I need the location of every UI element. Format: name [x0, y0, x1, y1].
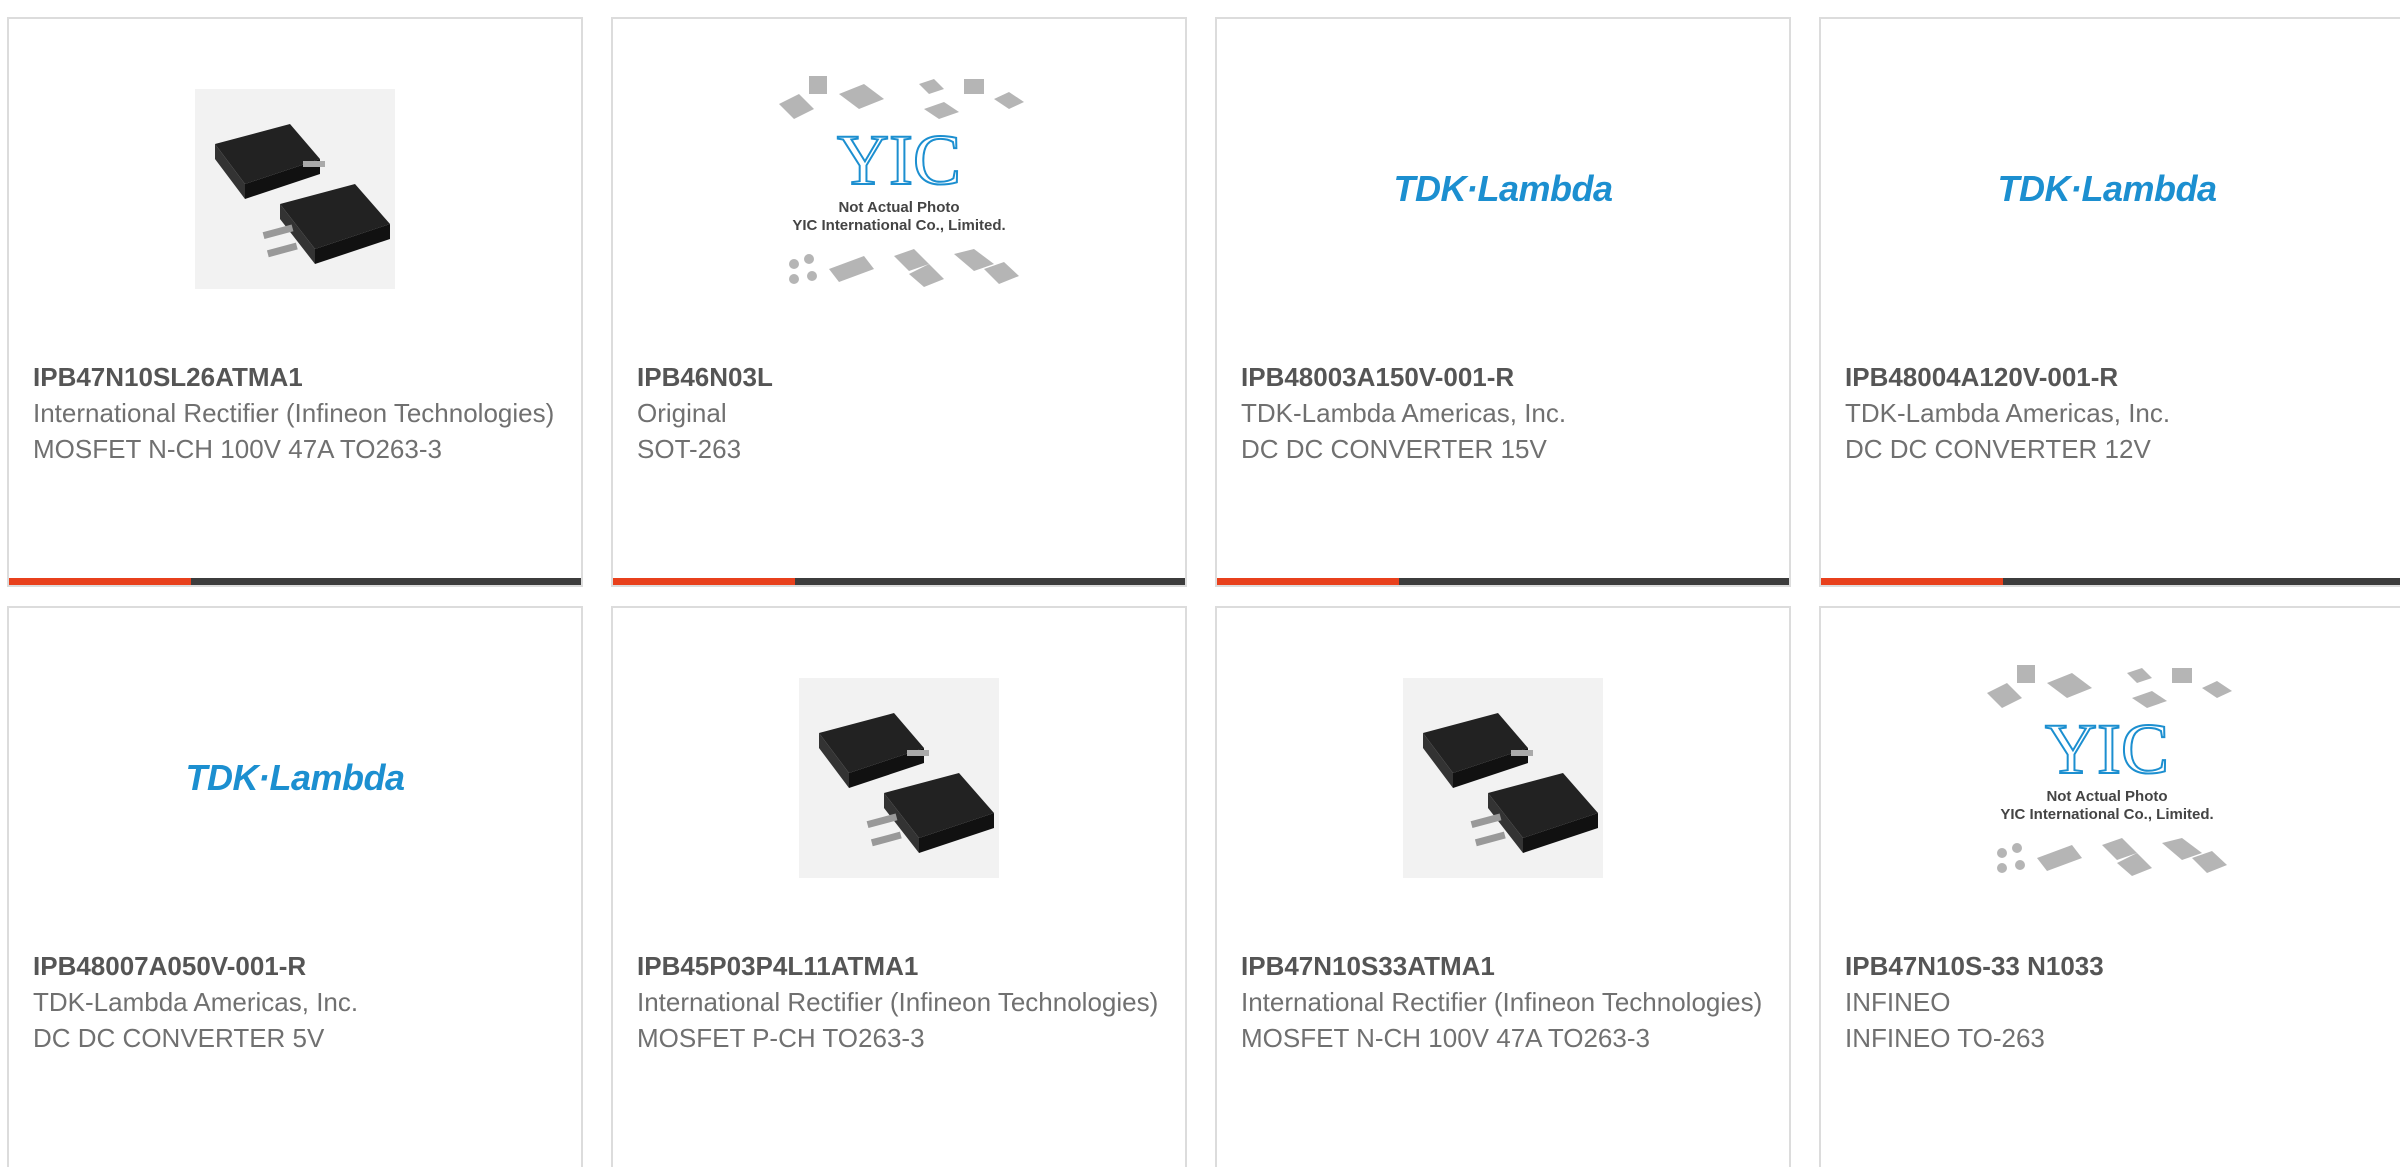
manufacturer: International Rectifier (Infineon Techno… [637, 987, 1159, 1017]
placeholder-logo: YIC [2045, 709, 2169, 789]
product-image-tdk[interactable]: TDK·Lambda [1821, 79, 2393, 299]
product-info: IPB47N10SL26ATMA1 International Rectifie… [33, 359, 557, 467]
product-card[interactable]: IPB45P03P4L11ATMA1 International Rectifi… [611, 606, 1187, 1167]
description: MOSFET N-CH 100V 47A TO263-3 [33, 434, 442, 464]
not-actual-photo-icon: YIC Not Actual Photo YIC International C… [1987, 665, 2232, 876]
manufacturer: TDK-Lambda Americas, Inc. [1845, 398, 2171, 428]
description: INFINEO TO-263 [1845, 1023, 2045, 1053]
product-info: IPB46N03L Original SOT-263 [637, 359, 1161, 467]
product-info: IPB47N10S-33 N1033 INFINEO INFINEO TO-26… [1845, 948, 2383, 1056]
placeholder-line-1: Not Actual Photo [838, 199, 959, 216]
placeholder-line-2: YIC International Co., Limited. [792, 217, 1005, 234]
product-image-to263[interactable] [613, 668, 1185, 888]
tdk-lambda-logo-icon: TDK·Lambda [1997, 168, 2218, 209]
card-bar [613, 578, 1185, 585]
manufacturer: Original [637, 398, 727, 428]
description: MOSFET N-CH 100V 47A TO263-3 [1241, 1023, 1650, 1053]
product-card[interactable]: YIC Not Actual Photo YIC International C… [1819, 606, 2400, 1167]
description: SOT-263 [637, 434, 742, 464]
not-actual-photo-icon: YIC Not Actual Photo YIC International C… [779, 76, 1024, 287]
description: DC DC CONVERTER 12V [1845, 434, 2151, 464]
card-bar-accent [1821, 578, 2003, 585]
product-image-placeholder[interactable]: YIC Not Actual Photo YIC International C… [1821, 665, 2393, 888]
card-bar-accent [613, 578, 795, 585]
product-info: IPB48007A050V-001-R TDK-Lambda Americas,… [33, 948, 557, 1056]
product-info: IPB47N10S33ATMA1 International Rectifier… [1241, 948, 1765, 1056]
product-image-to263[interactable] [9, 79, 581, 299]
product-card[interactable]: TDK·Lambda IPB48004A120V-001-R TDK-Lambd… [1819, 17, 2400, 587]
tdk-lambda-logo-icon: TDK·Lambda [1393, 168, 1614, 209]
placeholder-line-2: YIC International Co., Limited. [2000, 806, 2213, 823]
description: MOSFET P-CH TO263-3 [637, 1023, 925, 1053]
manufacturer: TDK-Lambda Americas, Inc. [1241, 398, 1567, 428]
placeholder-logo: YIC [837, 120, 961, 200]
product-info: IPB48003A150V-001-R TDK-Lambda Americas,… [1241, 359, 1765, 467]
card-bar [1217, 578, 1789, 585]
part-number[interactable]: IPB47N10S33ATMA1 [1241, 948, 1765, 984]
to263-package-icon [195, 89, 395, 289]
part-number[interactable]: IPB48003A150V-001-R [1241, 359, 1765, 395]
part-number[interactable]: IPB48007A050V-001-R [33, 948, 557, 984]
to263-package-icon [1403, 678, 1603, 878]
product-grid: IPB47N10SL26ATMA1 International Rectifie… [0, 0, 2400, 1167]
product-card[interactable]: TDK·Lambda IPB48007A050V-001-R TDK-Lambd… [7, 606, 583, 1167]
product-image-tdk[interactable]: TDK·Lambda [9, 668, 581, 888]
placeholder-line-1: Not Actual Photo [2046, 788, 2167, 805]
manufacturer: INFINEO [1845, 987, 1951, 1017]
card-bar-accent [9, 578, 191, 585]
product-info: IPB48004A120V-001-R TDK-Lambda Americas,… [1845, 359, 2383, 467]
card-bar [1821, 578, 2400, 585]
part-number[interactable]: IPB47N10S-33 N1033 [1845, 948, 2383, 984]
manufacturer: International Rectifier (Infineon Techno… [1241, 987, 1763, 1017]
description: DC DC CONVERTER 5V [33, 1023, 325, 1053]
product-card[interactable]: IPB47N10S33ATMA1 International Rectifier… [1215, 606, 1791, 1167]
description: DC DC CONVERTER 15V [1241, 434, 1547, 464]
to263-package-icon [799, 678, 999, 878]
product-image-tdk[interactable]: TDK·Lambda [1217, 79, 1789, 299]
manufacturer: TDK-Lambda Americas, Inc. [33, 987, 359, 1017]
product-card[interactable]: IPB47N10SL26ATMA1 International Rectifie… [7, 17, 583, 587]
part-number[interactable]: IPB48004A120V-001-R [1845, 359, 2383, 395]
manufacturer: International Rectifier (Infineon Techno… [33, 398, 555, 428]
product-image-placeholder[interactable]: YIC Not Actual Photo YIC International C… [613, 76, 1185, 299]
product-card[interactable]: YIC Not Actual Photo YIC International C… [611, 17, 1187, 587]
part-number[interactable]: IPB45P03P4L11ATMA1 [637, 948, 1161, 984]
product-image-to263[interactable] [1217, 668, 1789, 888]
part-number[interactable]: IPB47N10SL26ATMA1 [33, 359, 557, 395]
product-info: IPB45P03P4L11ATMA1 International Rectifi… [637, 948, 1161, 1056]
tdk-lambda-logo-icon: TDK·Lambda [185, 757, 406, 798]
product-card[interactable]: TDK·Lambda IPB48003A150V-001-R TDK-Lambd… [1215, 17, 1791, 587]
part-number[interactable]: IPB46N03L [637, 359, 1161, 395]
card-bar-accent [1217, 578, 1399, 585]
card-bar [9, 578, 581, 585]
